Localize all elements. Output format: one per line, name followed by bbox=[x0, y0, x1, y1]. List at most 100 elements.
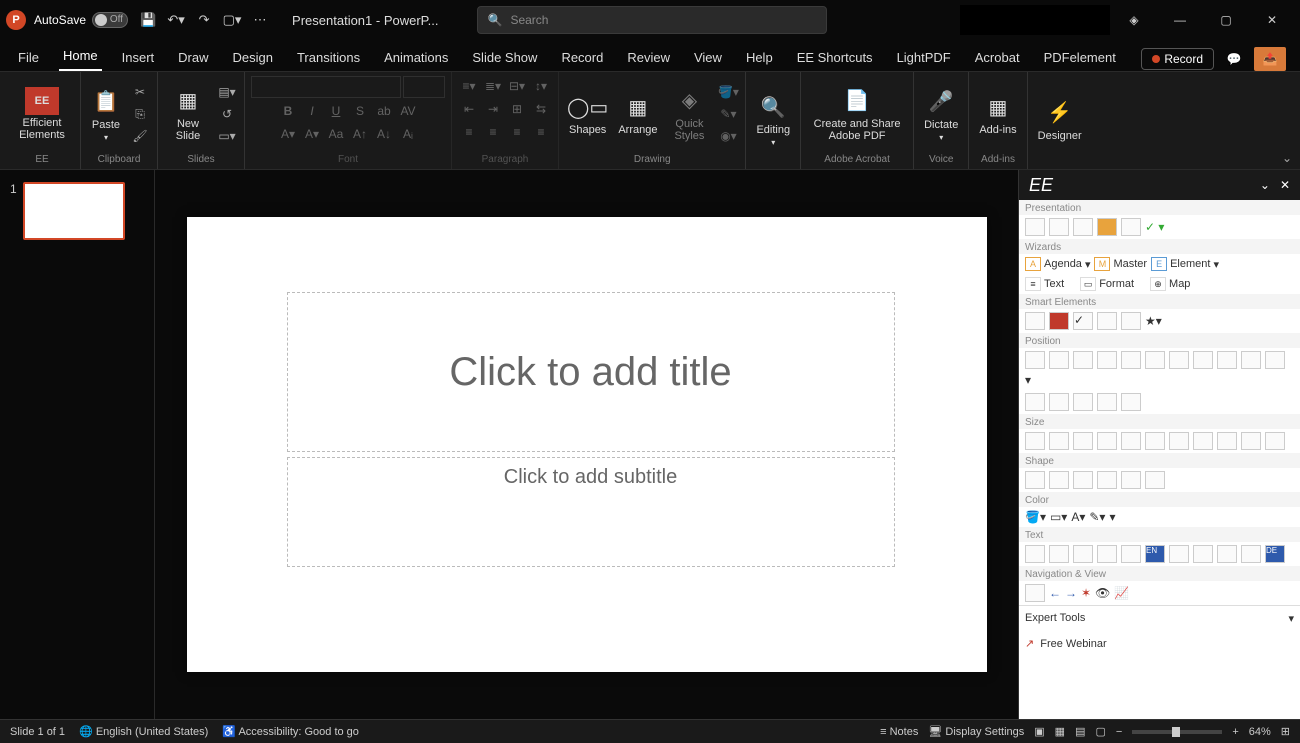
font-name-input[interactable] bbox=[251, 76, 401, 98]
ee-btn[interactable] bbox=[1073, 393, 1093, 411]
ee-element-button[interactable]: EElement▾ bbox=[1151, 257, 1219, 271]
user-account[interactable] bbox=[960, 5, 1110, 35]
slide-canvas[interactable]: Click to add title Click to add subtitle bbox=[155, 170, 1018, 719]
arrange-button[interactable]: ▦Arrange bbox=[614, 90, 661, 138]
fit-to-window-icon[interactable]: ⊞ bbox=[1281, 725, 1290, 738]
star-icon[interactable]: ★▾ bbox=[1145, 314, 1162, 328]
tab-insert[interactable]: Insert bbox=[118, 44, 159, 71]
zoom-in-button[interactable]: + bbox=[1232, 726, 1238, 738]
ee-btn[interactable] bbox=[1073, 218, 1093, 236]
shrink-font-icon[interactable]: A↓ bbox=[373, 124, 395, 144]
ee-btn[interactable] bbox=[1217, 545, 1237, 563]
ee-expert-tools[interactable]: Expert Tools▾ bbox=[1019, 605, 1300, 631]
shape-outline-icon[interactable]: ✎▾ bbox=[717, 104, 739, 124]
autosave-toggle[interactable]: AutoSave Off bbox=[34, 12, 128, 28]
ee-btn[interactable] bbox=[1241, 351, 1261, 369]
ee-btn[interactable] bbox=[1097, 351, 1117, 369]
ee-btn[interactable] bbox=[1121, 432, 1141, 450]
section-icon[interactable]: ▭▾ bbox=[216, 126, 238, 146]
search-input[interactable]: 🔍 Search bbox=[477, 6, 827, 34]
tab-design[interactable]: Design bbox=[229, 44, 277, 71]
slide-counter[interactable]: Slide 1 of 1 bbox=[10, 726, 65, 738]
ee-map-button[interactable]: ⊕Map bbox=[1150, 277, 1190, 291]
undo-icon[interactable]: ↶▾ bbox=[164, 8, 188, 32]
ee-btn[interactable]: EN bbox=[1145, 545, 1165, 563]
minimize-button[interactable]: — bbox=[1158, 4, 1202, 36]
tab-review[interactable]: Review bbox=[623, 44, 674, 71]
reset-icon[interactable]: ↺ bbox=[216, 104, 238, 124]
font-size-input[interactable] bbox=[403, 76, 445, 98]
notes-button[interactable]: ≡ Notes bbox=[880, 726, 918, 738]
ee-btn[interactable] bbox=[1169, 351, 1189, 369]
sorter-view-icon[interactable]: ▦ bbox=[1055, 725, 1065, 738]
tab-animations[interactable]: Animations bbox=[380, 44, 452, 71]
ee-btn[interactable] bbox=[1121, 393, 1141, 411]
new-slide-button[interactable]: ▦New Slide bbox=[164, 84, 212, 144]
ee-agenda-button[interactable]: AAgenda▾ bbox=[1025, 257, 1090, 271]
tab-ee-shortcuts[interactable]: EE Shortcuts bbox=[793, 44, 877, 71]
ee-btn[interactable] bbox=[1217, 351, 1237, 369]
ee-collapse-icon[interactable]: ⌄ bbox=[1260, 178, 1270, 192]
tab-help[interactable]: Help bbox=[742, 44, 777, 71]
accessibility-status[interactable]: ♿ Accessibility: Good to go bbox=[222, 725, 359, 738]
share-button[interactable]: 📤 bbox=[1254, 47, 1286, 71]
justify-icon[interactable]: ≡ bbox=[530, 122, 552, 142]
ee-btn[interactable] bbox=[1097, 312, 1117, 330]
ee-btn[interactable] bbox=[1025, 393, 1045, 411]
align-text-icon[interactable]: ⇆ bbox=[530, 99, 552, 119]
layout-icon[interactable]: ▤▾ bbox=[216, 82, 238, 102]
thumbnail-slide-1[interactable]: 1 bbox=[10, 182, 144, 240]
tab-record[interactable]: Record bbox=[557, 44, 607, 71]
ee-btn[interactable] bbox=[1073, 545, 1093, 563]
diamond-icon[interactable]: ◈ bbox=[1112, 4, 1156, 36]
increase-indent-icon[interactable]: ⇥ bbox=[482, 99, 504, 119]
ee-close-icon[interactable]: ✕ bbox=[1280, 178, 1290, 192]
ee-free-webinar[interactable]: ↗Free Webinar bbox=[1019, 631, 1300, 656]
ee-btn[interactable] bbox=[1049, 351, 1069, 369]
tab-acrobat[interactable]: Acrobat bbox=[971, 44, 1024, 71]
fill-icon[interactable]: 🪣▾ bbox=[1025, 510, 1046, 524]
ee-btn[interactable] bbox=[1025, 312, 1045, 330]
highlight-icon[interactable]: A▾ bbox=[301, 124, 323, 144]
ee-btn[interactable] bbox=[1121, 312, 1141, 330]
ee-btn[interactable] bbox=[1073, 432, 1093, 450]
eyedropper-icon[interactable]: ✎▾ bbox=[1089, 510, 1105, 524]
decrease-indent-icon[interactable]: ⇤ bbox=[458, 99, 480, 119]
tab-file[interactable]: File bbox=[14, 44, 43, 71]
present-icon[interactable]: ▢▾ bbox=[220, 8, 244, 32]
ee-btn[interactable]: DE bbox=[1265, 545, 1285, 563]
tab-transitions[interactable]: Transitions bbox=[293, 44, 364, 71]
normal-view-icon[interactable]: ▣ bbox=[1034, 725, 1044, 738]
display-settings-button[interactable]: 🖥 Display Settings bbox=[928, 725, 1024, 738]
title-placeholder[interactable]: Click to add title bbox=[287, 292, 895, 452]
editing-button[interactable]: 🔍Editing▾ bbox=[752, 90, 794, 149]
shapes-button[interactable]: ◯▭Shapes bbox=[565, 90, 610, 138]
qat-more-icon[interactable]: ⋯ bbox=[248, 8, 272, 32]
italic-icon[interactable]: I bbox=[301, 101, 323, 121]
bullets-icon[interactable]: ≡▾ bbox=[458, 76, 480, 96]
tab-slideshow[interactable]: Slide Show bbox=[468, 44, 541, 71]
copy-icon[interactable]: ⎘ bbox=[129, 104, 151, 124]
slideshow-view-icon[interactable]: ▢ bbox=[1095, 725, 1105, 738]
language-status[interactable]: 🌐 English (United States) bbox=[79, 725, 208, 738]
align-left-icon[interactable]: ≡ bbox=[458, 122, 480, 142]
bold-icon[interactable]: B bbox=[277, 101, 299, 121]
addins-button[interactable]: ▦Add-ins bbox=[975, 90, 1020, 138]
ee-btn[interactable] bbox=[1097, 432, 1117, 450]
change-case-icon[interactable]: Aa bbox=[325, 124, 347, 144]
clear-format-icon[interactable]: Aᵢ bbox=[397, 124, 419, 144]
efficient-elements-button[interactable]: EEEfficient Elements bbox=[10, 85, 74, 143]
shape-effects-icon[interactable]: ◉▾ bbox=[717, 126, 739, 146]
save-icon[interactable]: 💾 bbox=[136, 8, 160, 32]
ee-btn[interactable] bbox=[1025, 351, 1045, 369]
zoom-out-button[interactable]: − bbox=[1116, 726, 1122, 738]
ee-btn[interactable] bbox=[1025, 584, 1045, 602]
align-right-icon[interactable]: ≡ bbox=[506, 122, 528, 142]
maximize-button[interactable]: ▢ bbox=[1204, 4, 1248, 36]
ee-btn[interactable] bbox=[1169, 545, 1189, 563]
subtitle-placeholder[interactable]: Click to add subtitle bbox=[287, 457, 895, 567]
toggle-switch[interactable]: Off bbox=[92, 12, 128, 28]
ee-btn[interactable] bbox=[1097, 545, 1117, 563]
ee-btn[interactable] bbox=[1217, 432, 1237, 450]
shape-fill-icon[interactable]: 🪣▾ bbox=[717, 82, 739, 102]
